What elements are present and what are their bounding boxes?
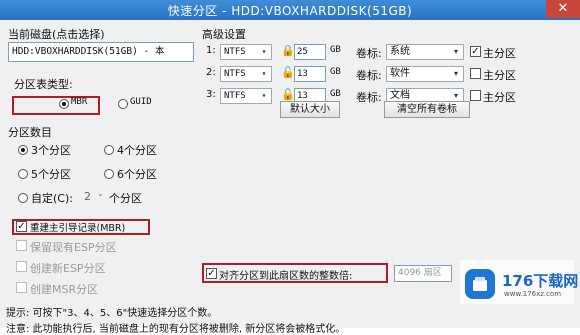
chevron-down-icon: ▾	[261, 91, 267, 100]
row-2-fs-select[interactable]: NTFS ▾	[220, 66, 272, 82]
align-checkbox[interactable]: ✓	[206, 268, 217, 279]
count-3-label: 3个分区	[31, 144, 71, 157]
guid-radio-label: GUID	[130, 97, 152, 107]
rebuild-mbr-label: 重建主引导记录(MBR)	[30, 223, 126, 234]
default-size-button[interactable]: 默认大小	[280, 101, 340, 118]
row-1-volume-label: 卷标:	[356, 47, 382, 60]
row-2-size-input[interactable]: 13	[294, 66, 326, 82]
mbr-radio[interactable]	[59, 99, 69, 109]
row-1-fs-select[interactable]: NTFS ▾	[220, 44, 272, 60]
row-2-volume-select[interactable]: 软件 ▾	[386, 66, 464, 82]
chevron-down-icon: ▾	[261, 47, 267, 56]
row-3-size-unit: GB	[330, 89, 341, 99]
title-bar: 快速分区 - HDD:VBOXHARDDISK(51GB) ✕	[0, 0, 580, 20]
row-1-primary-checkbox[interactable]: ✓	[470, 46, 481, 57]
row-1-size-unit: GB	[330, 45, 341, 55]
row-3-index: 3:	[206, 89, 216, 100]
current-disk-label: 当前磁盘(点击选择)	[8, 28, 105, 41]
mbr-radio-label: MBR	[71, 97, 88, 107]
row-3-volume-label: 卷标:	[356, 91, 382, 104]
watermark-brand: 176下载网	[502, 272, 579, 290]
chevron-down-icon: ▾	[453, 69, 458, 78]
keep-esp-label: 保留现有ESP分区	[30, 241, 117, 254]
watermark-url: www.176xz.com	[504, 290, 562, 298]
row-2-index: 2:	[206, 67, 216, 78]
current-disk-field[interactable]: HDD:VBOXHARDDISK(51GB) - 本	[8, 42, 194, 62]
guid-radio[interactable]	[118, 99, 128, 109]
count-4-label: 4个分区	[117, 144, 157, 157]
row-3-fs-value: NTFS	[224, 91, 246, 101]
create-esp-label: 创建新ESP分区	[30, 262, 106, 275]
count-3-radio[interactable]	[18, 145, 28, 155]
window-title: 快速分区 - HDD:VBOXHARDDISK(51GB)	[167, 4, 413, 18]
count-5-label: 5个分区	[31, 168, 71, 181]
row-1-size-input[interactable]: 25	[294, 44, 326, 60]
row-2-size-unit: GB	[330, 67, 341, 77]
row-3-volume-value: 文档	[390, 90, 410, 101]
advanced-settings-label: 高级设置	[202, 28, 246, 41]
create-msr-label: 创建MSR分区	[30, 283, 99, 296]
clear-all-labels-button[interactable]: 清空所有卷标	[384, 101, 470, 118]
row-2-volume-label: 卷标:	[356, 69, 382, 82]
close-button[interactable]: ✕	[546, 0, 580, 18]
row-2-fs-value: NTFS	[224, 69, 246, 79]
count-6-label: 6个分区	[117, 168, 157, 181]
custom-count-value[interactable]: 2	[84, 190, 91, 203]
row-3-primary-checkbox[interactable]	[470, 90, 481, 101]
unlock-icon: 🔓	[281, 88, 295, 101]
row-1-fs-value: NTFS	[224, 47, 246, 57]
chevron-down-icon: ▾	[453, 47, 458, 56]
row-2-primary-label: 主分区	[483, 69, 516, 82]
keep-esp-checkbox[interactable]	[16, 240, 27, 251]
row-1-index: 1:	[206, 45, 216, 56]
align-label: 对齐分区到此扇区数的整数倍:	[219, 271, 353, 282]
align-sector-select[interactable]: 4096 扇区	[394, 265, 452, 282]
custom-count-radio[interactable]	[18, 193, 28, 203]
create-esp-checkbox[interactable]	[16, 261, 27, 272]
chevron-down-icon: ▾	[261, 69, 267, 78]
box-logo-icon	[465, 269, 495, 299]
row-1-primary-label: 主分区	[483, 47, 516, 60]
partition-count-label: 分区数目	[8, 126, 52, 139]
row-1-volume-select[interactable]: 系统 ▾	[386, 44, 464, 60]
row-3-primary-label: 主分区	[483, 91, 516, 104]
row-3-fs-select[interactable]: NTFS ▾	[220, 88, 272, 104]
hint-line-1: 提示: 可按下"3、4、5、6"快速选择分区个数。	[6, 308, 218, 319]
count-6-radio[interactable]	[104, 169, 114, 179]
custom-count-spinner-icon[interactable]: ⌄	[97, 189, 104, 198]
partition-table-label: 分区表类型:	[14, 78, 73, 91]
count-5-radio[interactable]	[18, 169, 28, 179]
row-2-volume-value: 软件	[390, 68, 410, 79]
custom-count-label: 自定(C):	[31, 192, 73, 205]
lock-icon: 🔒	[281, 44, 295, 57]
unlock-icon: 🔓	[281, 66, 295, 79]
rebuild-mbr-checkbox[interactable]: ✓	[16, 221, 27, 232]
custom-count-unit: 个分区	[109, 192, 142, 205]
row-2-primary-checkbox[interactable]	[470, 68, 481, 79]
row-1-volume-value: 系统	[390, 46, 410, 57]
create-msr-checkbox[interactable]	[16, 282, 27, 293]
count-4-radio[interactable]	[104, 145, 114, 155]
